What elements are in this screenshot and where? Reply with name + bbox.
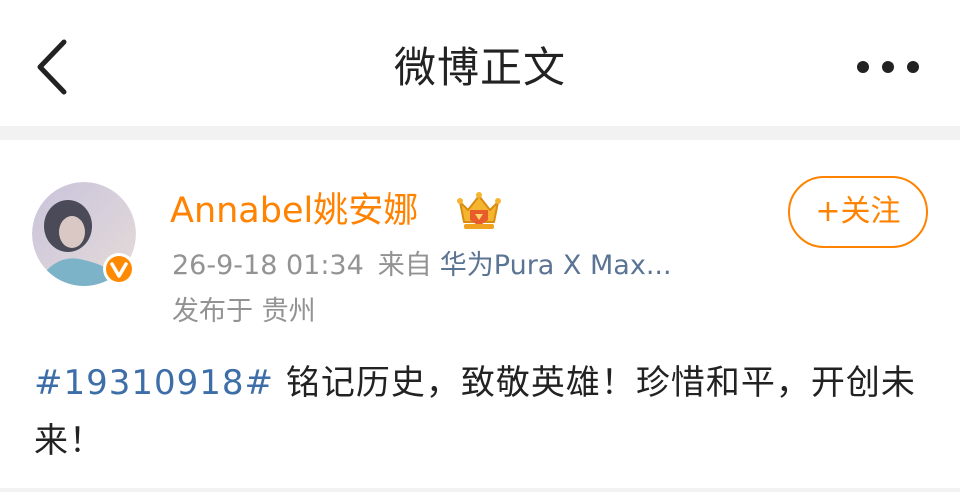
more-button[interactable]: [850, 52, 926, 82]
screen: 微博正文 Annabel姚安娜 26-9-18 01:34 来自 华为Pura …: [0, 0, 960, 492]
location: 发布于 贵州: [172, 296, 316, 327]
hashtag-link[interactable]: #19310918#: [34, 363, 274, 403]
section-divider: [0, 126, 960, 140]
source-device-link[interactable]: 华为Pura X Max...: [440, 250, 672, 281]
username[interactable]: Annabel姚安娜: [170, 186, 418, 236]
post-meta: 26-9-18 01:34 来自 华为Pura X Max...: [172, 246, 672, 286]
avatar[interactable]: [32, 182, 136, 286]
timestamp: 26-9-18 01:34: [172, 250, 364, 281]
source-prefix: 来自: [377, 250, 432, 281]
bottom-divider: [0, 488, 960, 492]
verified-badge-icon: [103, 253, 135, 285]
crown-badge-icon: [457, 192, 501, 229]
more-dots-icon: [857, 61, 919, 73]
page-title: 微博正文: [393, 43, 566, 92]
navbar: 微博正文: [0, 0, 960, 126]
follow-button[interactable]: +关注: [788, 176, 928, 248]
post-body: #19310918# 铭记历史，致敬英雄！珍惜和平，开创未来！: [34, 354, 934, 470]
